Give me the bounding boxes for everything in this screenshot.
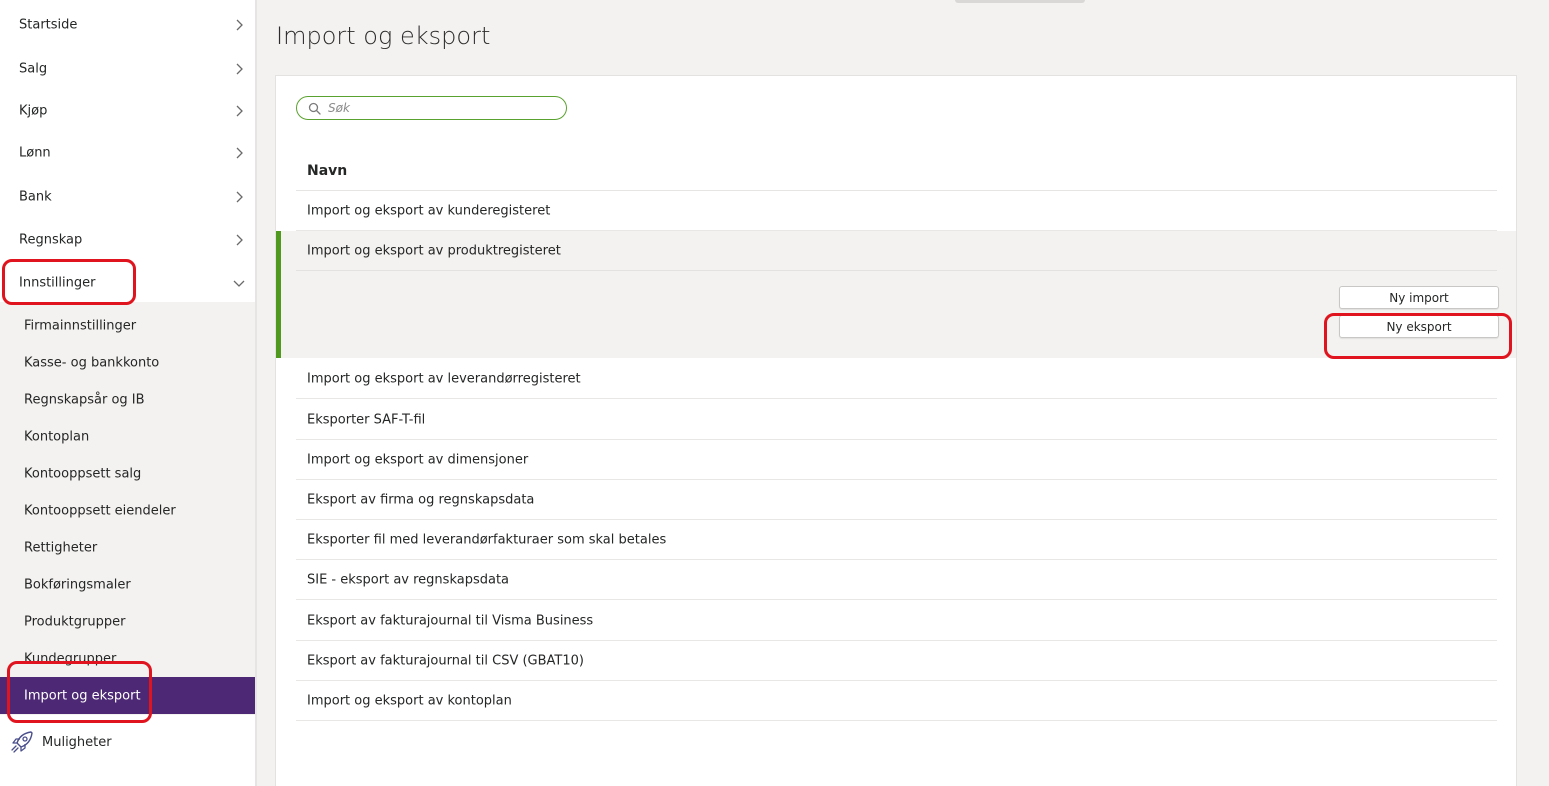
nav-item-label: Startside bbox=[19, 17, 78, 33]
row-label: SIE - eksport av regnskapsdata bbox=[307, 572, 510, 587]
nav-item-label: Regnskap bbox=[19, 232, 83, 248]
subnav-item-kontooppsett-eiendeler[interactable]: Kontooppsett eiendeler bbox=[0, 492, 255, 529]
nav-item-label: Bank bbox=[19, 189, 52, 205]
nav-item-label: Lønn bbox=[19, 145, 51, 161]
rocket-icon bbox=[11, 731, 33, 753]
table-row[interactable]: Eksporter SAF-T-fil bbox=[296, 400, 1497, 440]
chevron-right-icon bbox=[236, 147, 243, 159]
subnav-item-produktgrupper[interactable]: Produktgrupper bbox=[0, 603, 255, 640]
table-row[interactable]: Eksport av firma og regnskapsdata bbox=[296, 480, 1497, 520]
new-import-button[interactable]: Ny import bbox=[1339, 286, 1499, 309]
nav-item-label: Salg bbox=[19, 61, 48, 77]
subnav-item-label: Import og eksport bbox=[24, 688, 141, 703]
nav-item-kjop[interactable]: Kjøp bbox=[0, 90, 255, 132]
subnav-item-rettigheter[interactable]: Rettigheter bbox=[0, 529, 255, 566]
subnav-item-label: Rettigheter bbox=[24, 540, 98, 555]
table-row[interactable]: Import og eksport av leverandørregistere… bbox=[296, 359, 1497, 399]
chevron-down-icon bbox=[233, 280, 245, 287]
subnav-item-label: Kontooppsett salg bbox=[24, 466, 142, 481]
subnav-item-import-eksport[interactable]: Import og eksport bbox=[0, 677, 255, 714]
subnav-item-label: Kontoplan bbox=[24, 429, 90, 444]
nav-item-regnskap[interactable]: Regnskap bbox=[0, 219, 255, 261]
settings-submenu: Firmainnstillinger Kasse- og bankkonto R… bbox=[0, 302, 255, 715]
sidebar: Startside Salg Kjøp Lønn Bank Regnskap I… bbox=[0, 0, 255, 786]
row-label: Import og eksport av kontoplan bbox=[307, 693, 512, 708]
top-bar-shadow bbox=[955, 0, 1085, 3]
subnav-item-label: Produktgrupper bbox=[24, 614, 126, 629]
nav-item-startside[interactable]: Startside bbox=[0, 4, 255, 46]
opportunities-label: Muligheter bbox=[42, 735, 112, 750]
nav-item-salg[interactable]: Salg bbox=[0, 48, 255, 90]
search-input[interactable] bbox=[328, 99, 548, 117]
subnav-item-label: Kontooppsett eiendeler bbox=[24, 503, 176, 518]
chevron-right-icon bbox=[236, 19, 243, 31]
opportunities-link[interactable]: Muligheter bbox=[0, 724, 255, 764]
subnav-item-label: Kundegrupper bbox=[24, 651, 117, 666]
row-label: Import og eksport av kunderegisteret bbox=[307, 203, 551, 218]
subnav-item-label: Bokføringsmaler bbox=[24, 577, 131, 592]
column-header-navn[interactable]: Navn bbox=[307, 163, 347, 179]
nav-item-lonn[interactable]: Lønn bbox=[0, 132, 255, 174]
search-box[interactable] bbox=[296, 96, 567, 120]
table-row[interactable]: Eksporter fil med leverandørfakturaer so… bbox=[296, 520, 1497, 560]
row-label: Eksport av fakturajournal til CSV (GBAT1… bbox=[307, 653, 584, 668]
subnav-item-regnskapsar-ib[interactable]: Regnskapsår og IB bbox=[0, 381, 255, 418]
row-label: Import og eksport av dimensjoner bbox=[307, 452, 529, 467]
table-row[interactable]: Import og eksport av kunderegisteret bbox=[296, 191, 1497, 231]
expanded-divider bbox=[296, 270, 1497, 271]
chevron-right-icon bbox=[236, 105, 243, 117]
new-export-button[interactable]: Ny eksport bbox=[1339, 315, 1499, 338]
subnav-item-bokforingsmaler[interactable]: Bokføringsmaler bbox=[0, 566, 255, 603]
nav-item-label: Innstillinger bbox=[19, 275, 96, 291]
subnav-item-kontoplan[interactable]: Kontoplan bbox=[0, 418, 255, 455]
row-label: Import og eksport av produktregisteret bbox=[307, 243, 561, 259]
row-label: Eksport av fakturajournal til Visma Busi… bbox=[307, 613, 594, 628]
table-row-expanded[interactable]: Import og eksport av produktregisteret bbox=[296, 231, 1497, 271]
search-icon bbox=[308, 102, 321, 115]
chevron-right-icon bbox=[236, 191, 243, 203]
subnav-item-kasse-bankkonto[interactable]: Kasse- og bankkonto bbox=[0, 344, 255, 381]
chevron-right-icon bbox=[236, 63, 243, 75]
row-label: Eksporter SAF-T-fil bbox=[307, 412, 426, 427]
nav-item-bank[interactable]: Bank bbox=[0, 176, 255, 218]
chevron-right-icon bbox=[236, 234, 243, 246]
table-row[interactable]: Import og eksport av dimensjoner bbox=[296, 440, 1497, 480]
row-label: Import og eksport av leverandørregistere… bbox=[307, 371, 581, 386]
table-row[interactable]: Eksport av fakturajournal til Visma Busi… bbox=[296, 601, 1497, 641]
subnav-item-label: Kasse- og bankkonto bbox=[24, 355, 160, 370]
table-row[interactable]: Import og eksport av kontoplan bbox=[296, 681, 1497, 721]
subnav-item-kontooppsett-salg[interactable]: Kontooppsett salg bbox=[0, 455, 255, 492]
row-label: Eksporter fil med leverandørfakturaer so… bbox=[307, 532, 667, 547]
sidebar-divider bbox=[255, 0, 257, 786]
subnav-item-kundegrupper[interactable]: Kundegrupper bbox=[0, 640, 255, 677]
table-row[interactable]: Eksport av fakturajournal til CSV (GBAT1… bbox=[296, 641, 1497, 681]
subnav-item-firmainnstillinger[interactable]: Firmainnstillinger bbox=[0, 307, 255, 344]
table-row[interactable]: SIE - eksport av regnskapsdata bbox=[296, 560, 1497, 600]
nav-item-label: Kjøp bbox=[19, 103, 48, 119]
subnav-item-label: Firmainnstillinger bbox=[24, 318, 137, 333]
page-title: Import og eksport bbox=[276, 22, 491, 50]
subnav-item-label: Regnskapsår og IB bbox=[24, 392, 145, 407]
row-label: Eksport av firma og regnskapsdata bbox=[307, 492, 535, 507]
nav-item-innstillinger[interactable]: Innstillinger bbox=[0, 262, 255, 304]
